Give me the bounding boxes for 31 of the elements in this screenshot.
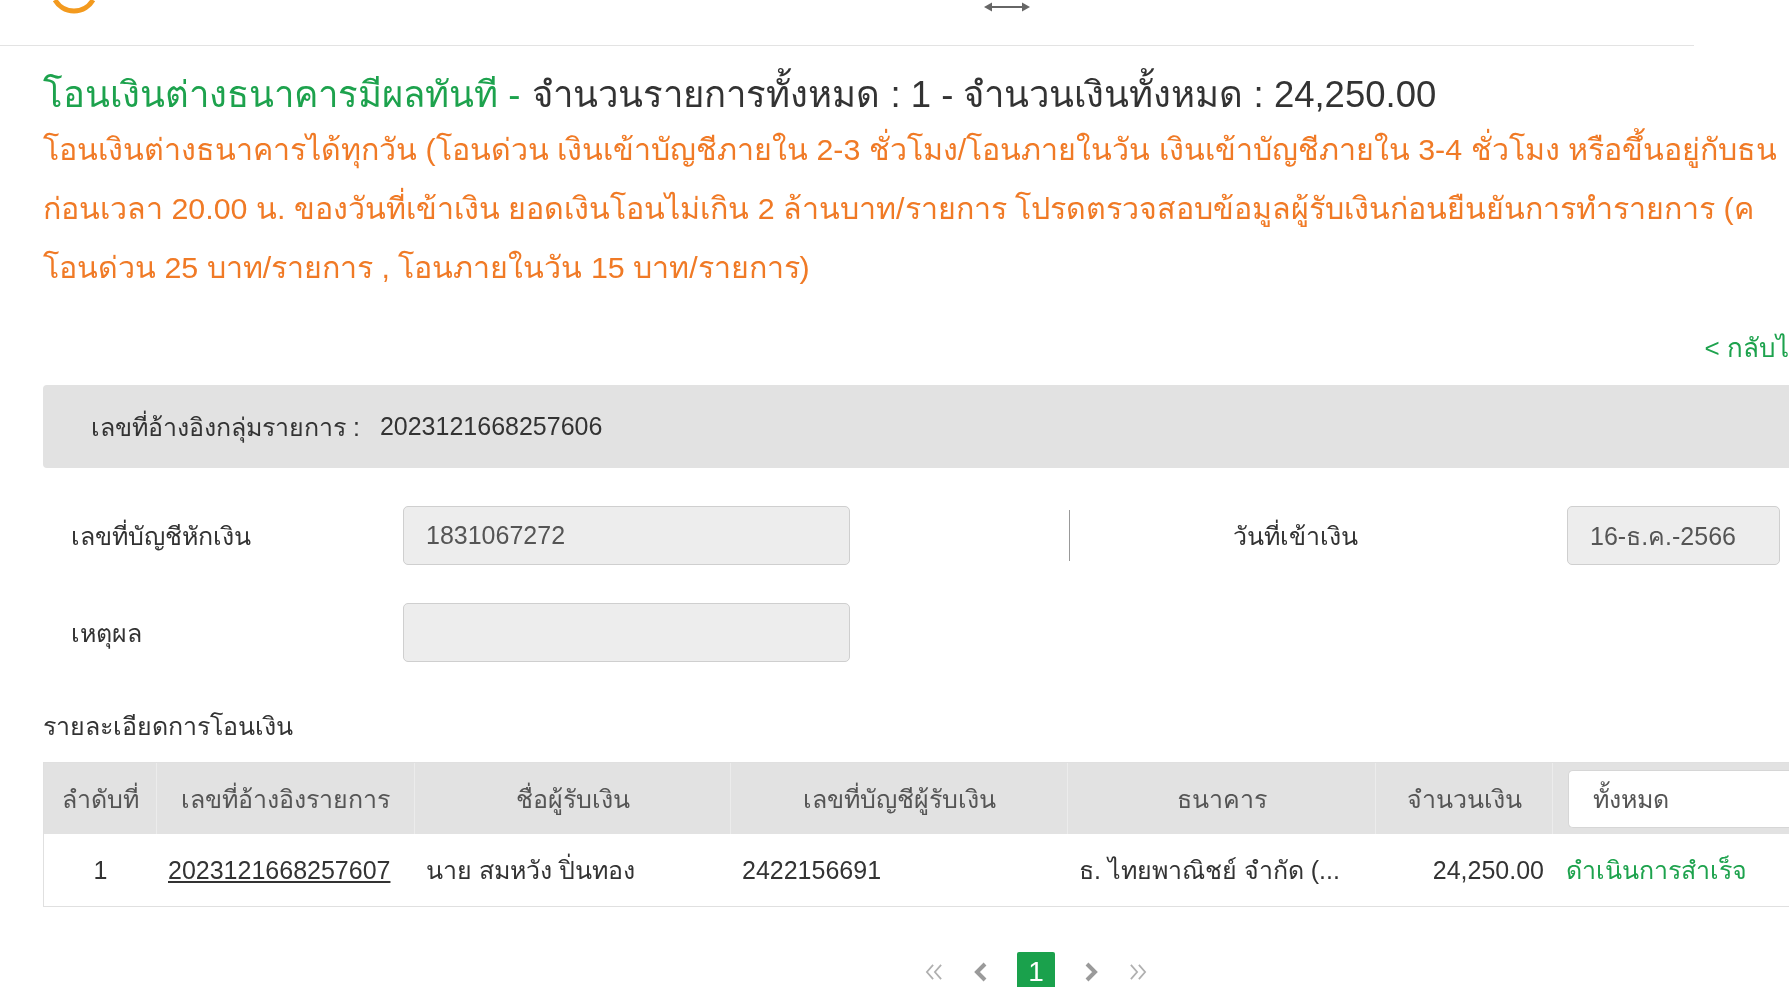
field-label: เหตุผล — [71, 617, 143, 651]
transfer-summary: จำนวนรายการทั้งหมด : 1 - จำนวนเงินทั้งหมด : 24,250.00 — [532, 70, 1437, 120]
table-cell-text: 2422156691 — [741, 854, 883, 886]
double-arrow-icon — [984, 2, 1030, 12]
reference-link[interactable]: 2023121668257607 — [168, 855, 391, 885]
field-label: เลขที่บัญชีหักเงิน — [71, 518, 252, 553]
status-filter-dropdown[interactable]: ทั้งหมด — [1568, 769, 1789, 828]
section-title: รายละเอียดการโอนเงิน — [43, 711, 293, 742]
group-reference-label: เลขที่อ้างอิงกลุ่มรายการ : — [91, 409, 360, 445]
page-button[interactable]: 1 — [1017, 952, 1055, 987]
status-text: ดำเนินการสำเร็จ — [1565, 854, 1748, 886]
back-link[interactable]: < กลับไ — [1704, 326, 1789, 368]
table-cell-text: 24,250.00 — [1431, 854, 1545, 886]
column-header: ลำดับที่ — [44, 763, 157, 834]
column-header: จำนวนเงิน — [1376, 763, 1553, 834]
double-chevron-left-icon[interactable] — [925, 964, 944, 980]
table-cell-text: ธ. ไทยพาณิชย์ จำกัด (... — [1078, 855, 1341, 886]
chevron-right-icon[interactable] — [1084, 962, 1099, 982]
double-chevron-right-icon[interactable] — [1128, 964, 1147, 980]
column-header: เลขที่อ้างอิงรายการ — [157, 763, 415, 834]
notice-text: โอนเงินต่างธนาคารได้ทุกวัน (โอนด่วน เงินเข้าบัญชีภายใน 2-3 ชั่วโมง/โอนภายในวัน เงินเข้าบัญชีภายใน 3-4 ชั่วโมง หรือขึ้นอยู่กับธน ก่อนเวลา 20.00 น. ของวันที่เข้าเงิน ยอดเงินโอนไม่เกิน 2 ล้านบาท/รายการ โปรดตรวจสอบข้อมูลผู้รับเงินก่อนยืนยันการทำรายการ (ค โอนด่วน 25 บาท/รายการ , โอนภายในวัน 15 บาท/รายการ) — [43, 120, 1777, 297]
page-title: โอนเงินต่างธนาคารมีผลทันที - — [43, 73, 521, 117]
table-cell: นาย สมหวัง ปิ่นทอง — [415, 834, 731, 906]
column-header: ธนาคาร — [1068, 763, 1376, 834]
table-cell-text: 1 — [92, 854, 109, 886]
column-header: เลขที่บัญชีผู้รับเงิน — [731, 763, 1068, 834]
column-header: ชื่อผู้รับเงิน — [415, 763, 731, 834]
arc-icon — [51, 0, 97, 14]
group-reference-value: 2023121668257606 — [379, 412, 603, 441]
field-label: วันที่เข้าเงิน — [1232, 518, 1359, 552]
chevron-left-icon[interactable] — [973, 962, 988, 982]
